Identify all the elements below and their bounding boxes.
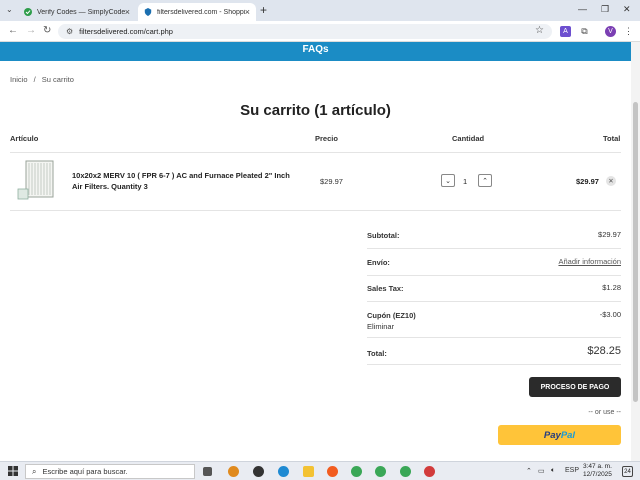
notification-count[interactable]: 24 <box>622 466 633 477</box>
chrome-icon[interactable] <box>400 466 411 477</box>
menu-dots-icon[interactable]: ⋮ <box>623 26 634 37</box>
edge-browser-icon[interactable] <box>278 466 289 477</box>
checkout-button[interactable]: PROCESO DE PAGO <box>529 377 621 397</box>
breadcrumb-home-link[interactable]: Inicio <box>10 75 28 84</box>
url-text: filtersdelivered.com/cart.php <box>79 27 173 36</box>
add-shipping-info-link[interactable]: Añadir información <box>558 257 621 266</box>
product-name-link[interactable]: 10x20x2 MERV 10 ( FPR 6-7 ) AC and Furna… <box>72 170 302 192</box>
column-header-price: Precio <box>315 134 338 143</box>
minimize-icon[interactable]: — <box>578 4 587 14</box>
divider <box>10 152 621 153</box>
taskbar-clock[interactable]: 3:47 a. m. 12/7/2025 <box>583 463 612 479</box>
divider <box>367 337 621 338</box>
paypal-logo-pay: Pay <box>543 429 561 441</box>
back-arrow-icon[interactable]: ← <box>8 25 18 36</box>
forward-arrow-icon[interactable]: → <box>26 25 36 36</box>
tax-label: Sales Tax: <box>367 284 404 293</box>
quantity-value: 1 <box>463 177 468 186</box>
url-bar[interactable]: ⚙ filtersdelivered.com/cart.php ☆ <box>58 24 552 39</box>
firefox-icon[interactable] <box>327 466 338 477</box>
address-toolbar: ← → ↻ ⚙ filtersdelivered.com/cart.php ☆ … <box>0 21 640 42</box>
air-filter-product-image[interactable] <box>16 159 56 201</box>
tab-label: Verify Codes — SimplyCodes <box>37 8 125 16</box>
extension-a-icon[interactable]: A <box>560 26 571 37</box>
tab-close-icon[interactable]: × <box>125 7 130 17</box>
column-header-quantity: Cantidad <box>452 134 485 143</box>
paypal-logo-pal: Pal <box>560 429 576 441</box>
subtotal-label: Subtotal: <box>367 231 400 240</box>
tab-label: filtersdelivered.com - Shopping <box>157 8 245 16</box>
chrome-active-icon[interactable] <box>424 466 435 477</box>
breadcrumb-current: Su carrito <box>41 75 74 84</box>
or-use-text: -- or use -- <box>588 409 621 416</box>
row-total: $29.97 <box>576 177 599 186</box>
volume-icon[interactable]: 🔈︎ <box>551 467 555 475</box>
tab-filtersdelivered[interactable]: filtersdelivered.com - Shopping × <box>138 3 256 21</box>
windows-taskbar: ⌕ Escribe aquí para buscar. ⌃ ▭ 🔈︎ ESP 3… <box>0 461 640 480</box>
divider <box>367 248 621 249</box>
shipping-label: Envío: <box>367 258 390 267</box>
reload-icon[interactable]: ↻ <box>43 25 51 36</box>
close-window-icon[interactable]: ✕ <box>623 4 631 15</box>
tax-value: $1.28 <box>602 283 621 292</box>
coupon-value: -$3.00 <box>599 310 621 319</box>
page-title: Su carrito (1 artículo) <box>240 102 391 119</box>
windows-start-icon[interactable] <box>8 466 18 476</box>
scrollbar-thumb[interactable] <box>633 102 638 402</box>
divider <box>367 275 621 276</box>
browser-tab-bar: ⌄ Verify Codes — SimplyCodes × filtersde… <box>0 0 640 21</box>
breadcrumb-separator: / <box>33 75 36 84</box>
faq-banner[interactable]: FAQs <box>0 42 631 61</box>
quantity-decrease-button[interactable]: ⌄ <box>441 174 455 187</box>
chrome-icon[interactable] <box>375 466 386 477</box>
breadcrumb: Inicio / Su carrito <box>10 75 78 84</box>
column-header-item: Artículo <box>10 134 39 143</box>
shield-favicon-icon <box>144 8 152 16</box>
quantity-increase-button[interactable]: ⌃ <box>478 174 492 187</box>
chrome-icon[interactable] <box>351 466 362 477</box>
coupon-label: Cupón (EZ10) <box>367 311 416 320</box>
column-header-total: Total <box>603 134 621 143</box>
clock-time: 3:47 a. m. <box>583 463 612 470</box>
new-tab-button[interactable]: + <box>260 3 267 17</box>
subtotal-value: $29.97 <box>598 230 621 239</box>
tab-simplycodes[interactable]: Verify Codes — SimplyCodes × <box>18 3 136 21</box>
language-indicator[interactable]: ESP <box>565 467 579 474</box>
grand-total-value: $28.25 <box>587 345 621 357</box>
profile-avatar[interactable]: V <box>605 26 616 37</box>
site-info-icon[interactable]: ⚙ <box>66 27 73 36</box>
network-icon[interactable]: ▭ <box>538 467 545 475</box>
file-explorer-icon[interactable] <box>303 466 314 477</box>
extensions-puzzle-icon[interactable]: ⧉ <box>579 26 590 37</box>
tab-search-icon[interactable]: ⌄ <box>6 5 13 14</box>
simplycodes-favicon-icon <box>24 8 32 16</box>
product-price: $29.97 <box>320 177 343 186</box>
bookmark-star-icon[interactable]: ☆ <box>535 25 544 36</box>
tab-close-icon[interactable]: × <box>245 7 250 17</box>
restore-icon[interactable]: ❐ <box>601 4 609 15</box>
media-player-icon[interactable] <box>253 466 264 477</box>
page-viewport: FAQs Inicio / Su carrito Su carrito (1 a… <box>0 42 640 461</box>
app-icon[interactable] <box>228 466 239 477</box>
clock-date: 12/7/2025 <box>583 471 612 478</box>
divider <box>367 364 621 365</box>
taskbar-search-input[interactable]: ⌕ Escribe aquí para buscar. <box>25 464 195 479</box>
remove-item-close-icon[interactable]: ✕ <box>606 176 616 186</box>
paypal-button[interactable]: Pay Pal <box>498 425 621 445</box>
divider <box>10 210 621 211</box>
task-view-icon[interactable] <box>203 467 212 476</box>
page-scrollbar[interactable] <box>631 42 640 461</box>
remove-coupon-link[interactable]: Eliminar <box>367 321 394 332</box>
search-icon: ⌕ <box>32 466 37 476</box>
total-label: Total: <box>367 349 387 358</box>
tray-chevron-icon[interactable]: ⌃ <box>526 467 532 475</box>
divider <box>367 301 621 302</box>
search-placeholder: Escribe aquí para buscar. <box>42 467 128 476</box>
